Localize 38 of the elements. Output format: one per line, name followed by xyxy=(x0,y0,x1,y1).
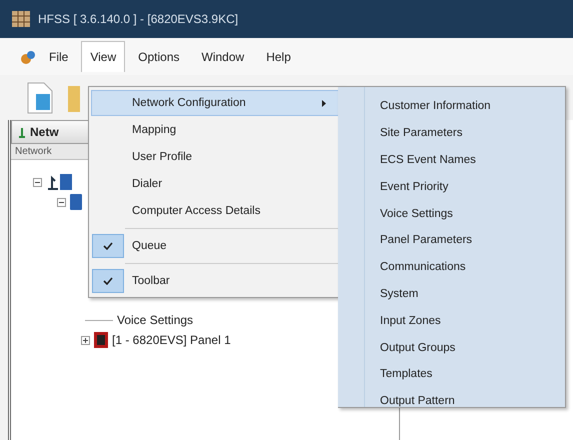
app-menu-icon[interactable] xyxy=(20,50,36,64)
menu-item[interactable]: Window xyxy=(192,40,254,72)
menu-item[interactable]: Network Configuration xyxy=(91,90,341,116)
submenu-arrow-icon xyxy=(322,100,326,106)
network-icon xyxy=(18,126,26,138)
collapse-icon[interactable] xyxy=(33,178,42,186)
site-icon xyxy=(70,194,82,210)
menu-item[interactable]: Event Priority xyxy=(338,173,565,200)
menu-item[interactable]: View xyxy=(81,41,126,72)
menu-item[interactable]: File xyxy=(40,40,78,72)
tree-item[interactable]: Voice Settings xyxy=(117,313,194,327)
tab-label: Netw xyxy=(30,125,59,139)
menu-item[interactable]: Input Zones xyxy=(338,307,565,334)
panel-icon xyxy=(94,332,108,348)
menu-item[interactable]: Communications xyxy=(338,254,565,281)
menu-item[interactable]: Customer Information xyxy=(338,93,565,120)
menu-item[interactable]: Voice Settings xyxy=(338,200,565,227)
menu-item[interactable]: Site Parameters xyxy=(338,120,565,147)
menu-item[interactable]: Output Groups xyxy=(338,334,565,361)
menu-item[interactable]: Queue xyxy=(91,233,341,259)
collapse-icon[interactable] xyxy=(57,198,66,206)
menu-item[interactable]: Dialer xyxy=(91,171,341,197)
expand-icon[interactable] xyxy=(81,336,90,344)
window-title: HFSS [ 3.6.140.0 ] - [6820EVS3.9KC] xyxy=(38,12,238,26)
menu-item[interactable]: Help xyxy=(257,40,300,72)
check-icon xyxy=(103,277,113,285)
menu-item[interactable]: System xyxy=(338,280,565,308)
menu-item[interactable]: Templates xyxy=(338,360,565,388)
tree-item[interactable]: [1 - 6820EVS] Panel 1 xyxy=(112,333,231,347)
new-document-icon[interactable] xyxy=(26,82,54,114)
menu-item[interactable]: Panel Parameters xyxy=(338,226,565,254)
menu-item[interactable]: Toolbar xyxy=(91,268,341,294)
menu-item[interactable]: Output Pattern xyxy=(338,388,565,415)
app-icon xyxy=(12,11,30,27)
menu-item[interactable]: Options xyxy=(129,40,188,72)
check-icon xyxy=(103,242,113,250)
network-icon xyxy=(46,174,72,190)
menu-item[interactable]: Computer Access Details xyxy=(91,198,341,224)
